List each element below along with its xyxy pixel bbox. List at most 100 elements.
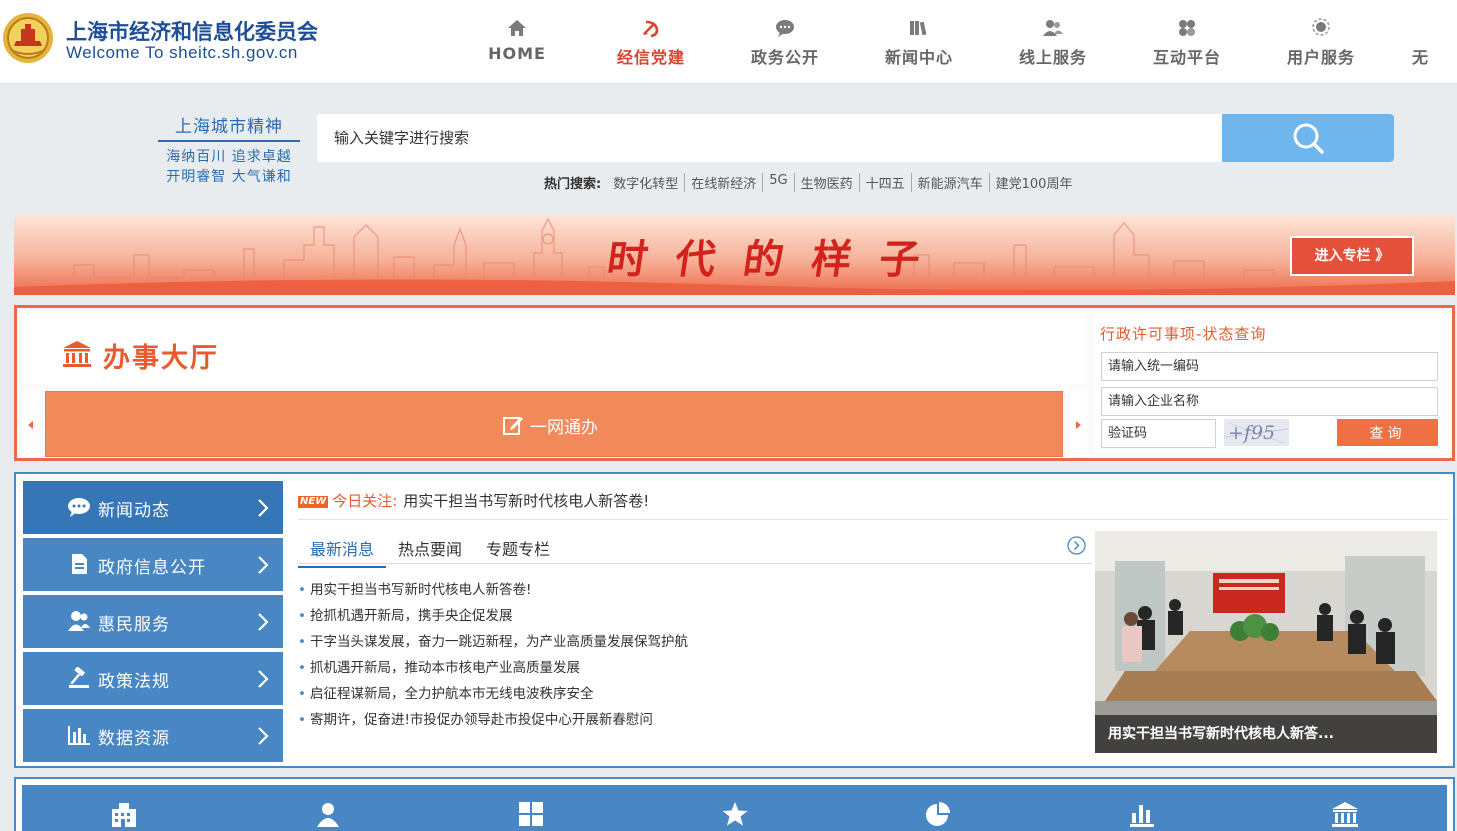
news-item-title: 干字当头谋发展，奋力一跳迈新程，为产业高质量发展保驾护航 [309,634,688,650]
carousel-next-button[interactable] [1071,391,1087,457]
site-header: 上海市经济和信息化委员会 Welcome To sheitc.sh.gov.cn… [0,0,1457,84]
side-item-public-service[interactable]: 惠民服务 [23,595,283,648]
side-item-data[interactable]: 数据资源 [23,709,283,762]
site-title[interactable]: 上海市经济和信息化委员会 [66,16,318,46]
news-item[interactable]: • 抢抓机遇开新局，携手央企促发展 [298,604,688,630]
news-item-title: 寄期许，促奋进!市投促办领导赴市投促中心开展新春慰问 [309,712,653,728]
side-item-gov-info[interactable]: 政府信息公开 [23,538,283,591]
tab-underline [298,563,1092,564]
people-icon [68,611,90,631]
special-topic-banner[interactable]: 时代的样子 进入专栏 》 [14,215,1455,295]
quick-link-bar-chart[interactable] [1040,785,1244,831]
news-item[interactable]: • 干字当头谋发展，奋力一跳迈新程，为产业高质量发展保驾护航 [298,630,688,656]
captcha-image[interactable]: +f95 [1223,419,1290,446]
quick-link-person[interactable] [226,785,430,831]
captcha-input[interactable] [1101,419,1216,448]
main-nav: HOME 经信党建 政务公开 新闻中心 线上服务 互动平台 用户服务 无 [450,0,1428,84]
service-hall-left: 办事大厅 一网通办 [23,314,1087,457]
unified-code-input[interactable] [1101,352,1438,381]
nav-user-service[interactable]: 用户服务 [1254,0,1388,84]
chevron-right-icon [258,727,269,745]
hot-search-item[interactable]: 在线新经济 [685,173,764,192]
hot-search-item[interactable]: 建党100周年 [990,173,1079,192]
chevron-right-icon [258,556,269,574]
today-focus[interactable]: NEW 今日关注: 用实干担当书写新时代核电人新答卷! [298,490,649,511]
slogan-title: 上海城市精神 [158,112,300,142]
hot-search-label: 热门搜索: [544,177,602,192]
one-network-service-label: 一网通办 [530,418,598,438]
chevron-right-icon [1076,421,1081,429]
nav-label: HOME [488,44,546,63]
news-item[interactable]: • 用实干担当书写新时代核电人新答卷! [298,578,688,604]
emblem-logo-icon[interactable] [2,12,54,64]
hot-search-item[interactable]: 5G [763,173,795,192]
hot-search-item[interactable]: 十四五 [860,173,912,192]
nav-home[interactable]: HOME [450,0,584,84]
party-emblem-icon [643,20,659,38]
query-title: 行政许可事项-状态查询 [1100,325,1267,343]
one-network-service-button[interactable]: 一网通办 [45,391,1063,457]
side-menu: 新闻动态 政府信息公开 惠民服务 政策法规 数据资源 [23,481,283,766]
news-item-title: 用实干担当书写新时代核电人新答卷! [309,582,532,598]
bank-icon [63,341,91,367]
nav-more[interactable]: 无 [1388,0,1428,84]
nav-label: 无 [1412,48,1430,67]
news-item[interactable]: • 启征程谋新局，全力护航本市无线电波秩序安全 [298,682,688,708]
hot-search-item[interactable]: 新能源汽车 [912,173,990,192]
search-input[interactable] [317,114,1223,162]
person-icon [316,803,339,827]
news-item-title: 抢抓机遇开新局，携手央企促发展 [309,608,513,624]
quick-link-grid[interactable] [429,785,633,831]
query-button[interactable]: 查询 [1337,419,1438,446]
quick-link-pie[interactable] [836,785,1040,831]
nav-label: 用户服务 [1286,48,1355,67]
nav-interaction[interactable]: 互动平台 [1120,0,1254,84]
nav-party-building[interactable]: 经信党建 [584,0,718,84]
side-item-news[interactable]: 新闻动态 [23,481,283,534]
side-item-label: 数据资源 [98,729,170,749]
hot-search-item[interactable]: 数字化转型 [607,173,686,192]
nav-news-center[interactable]: 新闻中心 [852,0,986,84]
users-icon [1043,20,1063,36]
news-item[interactable]: • 寄期许，促奋进!市投促办领导赴市投促中心开展新春慰问 [298,708,688,734]
nav-label: 新闻中心 [884,48,953,67]
books-icon [910,21,927,36]
carousel-prev-button[interactable] [23,391,39,457]
license-status-query: 行政许可事项-状态查询 +f95 查询 [1094,314,1448,454]
today-focus-headline[interactable]: 用实干担当书写新时代核电人新答卷! [403,492,649,510]
quick-link-bank[interactable] [1243,785,1447,831]
quick-link-building[interactable] [22,785,226,831]
featured-news-photo[interactable]: 用实干担当书写新时代核电人新答... [1095,531,1437,753]
nav-label: 互动平台 [1152,48,1221,67]
gavel-icon [69,667,89,688]
site-subtitle: Welcome To sheitc.sh.gov.cn [66,43,298,62]
new-badge: NEW [298,495,329,508]
search-button[interactable] [1222,114,1394,162]
building-icon [112,803,136,827]
hot-search-bar: 热门搜索: 数字化转型 在线新经济 5G 生物医药 十四五 新能源汽车 建党10… [544,173,1078,192]
news-item[interactable]: • 抓机遇开新局，推动本市核电产业高质量发展 [298,656,688,682]
side-item-policy[interactable]: 政策法规 [23,652,283,705]
chat-bubble-icon [776,20,794,37]
news-panel: 新闻动态 政府信息公开 惠民服务 政策法规 数据资源 NEW 今日关注: 用实干担当… [14,472,1455,768]
nav-online-service[interactable]: 线上服务 [986,0,1120,84]
captcha-text: +f95 [1228,422,1275,444]
document-icon [72,554,87,574]
nav-gov-affairs[interactable]: 政务公开 [718,0,852,84]
company-name-input[interactable] [1101,387,1438,416]
chevron-right-icon [258,613,269,631]
more-arrow-icon[interactable] [1067,536,1086,555]
side-item-label: 政策法规 [98,672,170,692]
home-icon [508,20,526,36]
pie-chart-icon [926,802,950,826]
star-icon [722,802,747,826]
quick-link-star[interactable] [633,785,837,831]
news-list: • 用实干担当书写新时代核电人新答卷! • 抢抓机遇开新局，携手央企促发展 • 干字当… [298,578,688,734]
bar-chart-icon [1129,805,1154,827]
enter-column-button[interactable]: 进入专栏 》 [1290,236,1414,276]
divider [298,519,1449,520]
hot-search-item[interactable]: 生物医药 [795,173,860,192]
grid-icon [519,802,543,826]
chat-icon [68,498,90,517]
side-item-label: 政府信息公开 [98,558,206,578]
